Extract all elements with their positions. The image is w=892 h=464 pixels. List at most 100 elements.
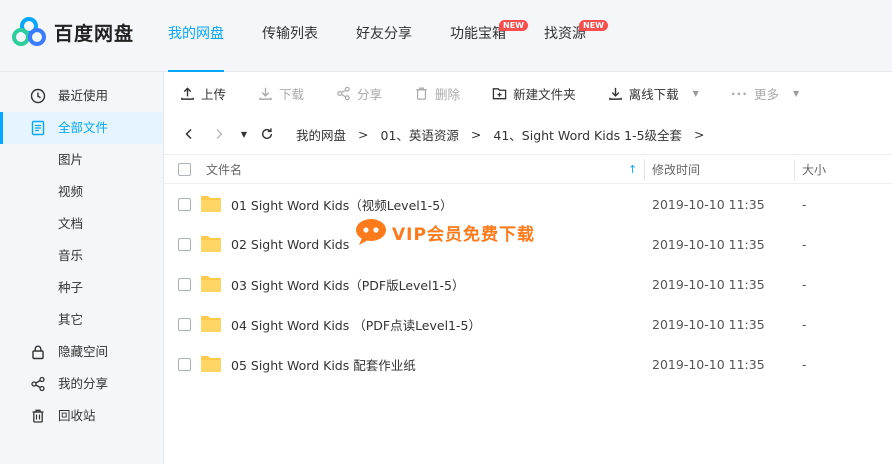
share-label: 分享 xyxy=(357,86,383,102)
file-table-header: 文件名 ↑ 修改时间 大小 xyxy=(164,154,892,184)
new-folder-icon xyxy=(492,87,507,99)
vip-watermark: VIP会员免费下载 xyxy=(354,217,535,247)
file-modified-time: 2019-10-10 11:35 xyxy=(652,316,765,332)
sidebar-item-my-shares[interactable]: 我的分享 xyxy=(0,368,163,400)
folder-icon xyxy=(201,196,221,212)
breadcrumb-item[interactable]: 41、Sight Word Kids 1-5级全套 xyxy=(493,125,682,144)
tab-transfer-list[interactable]: 传输列表 xyxy=(262,0,318,72)
file-name[interactable]: 05 Sight Word Kids 配套作业纸 xyxy=(231,355,416,374)
chat-bubble-icon xyxy=(356,219,386,245)
more-button[interactable]: ··· 更多 ▼ xyxy=(731,84,799,103)
baidu-netdisk-logo-icon xyxy=(12,17,46,46)
file-name[interactable]: 04 Sight Word Kids （PDF点读Level1-5） xyxy=(231,315,481,334)
tab-label: 功能宝箱 xyxy=(450,26,506,42)
document-icon xyxy=(31,120,45,136)
download-button[interactable]: 下载 xyxy=(258,84,304,103)
file-modified-time: 2019-10-10 11:35 xyxy=(652,276,765,292)
offline-download-button[interactable]: 离线下载 ▼ xyxy=(608,84,699,103)
share-button[interactable]: 分享 xyxy=(336,84,382,103)
table-row[interactable]: 03 Sight Word Kids（PDF版Level1-5） 2019-10… xyxy=(164,264,892,304)
sidebar-item-documents[interactable]: 文档 xyxy=(0,208,163,240)
history-dropdown[interactable]: ▼ xyxy=(238,123,250,145)
column-divider[interactable] xyxy=(794,159,795,181)
watermark-text: VIP会员免费下载 xyxy=(392,224,535,245)
sidebar-item-recycle-bin[interactable]: 回收站 xyxy=(0,400,163,432)
lock-icon xyxy=(32,345,44,360)
file-size: - xyxy=(802,196,807,212)
delete-button[interactable]: 删除 xyxy=(414,84,460,103)
table-row[interactable]: 05 Sight Word Kids 配套作业纸 2019-10-10 11:3… xyxy=(164,344,892,384)
sidebar-item-label: 我的分享 xyxy=(58,376,109,391)
folder-icon xyxy=(201,316,221,332)
sidebar-item-label: 回收站 xyxy=(58,408,96,423)
trash-icon xyxy=(32,409,44,423)
row-checkbox[interactable] xyxy=(178,277,191,291)
back-button[interactable] xyxy=(178,123,200,145)
tab-label: 我的网盘 xyxy=(168,26,224,42)
chevron-down-icon: ▼ xyxy=(793,88,800,98)
app-logo[interactable]: 百度网盘 xyxy=(12,17,134,47)
file-size: - xyxy=(802,276,807,292)
select-all-checkbox[interactable] xyxy=(178,162,191,176)
column-header-time[interactable]: 修改时间 xyxy=(652,161,700,178)
sort-ascending-icon[interactable]: ↑ xyxy=(628,163,637,176)
tab-friend-share[interactable]: 好友分享 xyxy=(356,0,412,72)
table-row[interactable]: 04 Sight Word Kids （PDF点读Level1-5） 2019-… xyxy=(164,304,892,344)
file-modified-time: 2019-10-10 11:35 xyxy=(652,356,765,372)
new-badge: NEW xyxy=(579,20,608,31)
tab-my-netdisk[interactable]: 我的网盘 xyxy=(168,0,224,72)
chevron-right-icon xyxy=(216,128,223,140)
sidebar-item-label: 文档 xyxy=(58,216,84,231)
new-folder-button[interactable]: 新建文件夹 xyxy=(492,84,576,103)
sidebar: 最近使用 全部文件 图片 视频 文档 音乐 种子 其它 隐藏空间 我的分享 回收… xyxy=(0,72,164,464)
sidebar-item-images[interactable]: 图片 xyxy=(0,144,163,176)
upload-label: 上传 xyxy=(201,86,227,102)
tab-find-resources[interactable]: 找资源 NEW xyxy=(544,0,608,72)
sidebar-item-torrents[interactable]: 种子 xyxy=(0,272,163,304)
breadcrumb: 我的网盘 > 01、英语资源 > 41、Sight Word Kids 1-5级… xyxy=(296,125,717,144)
share-icon xyxy=(337,86,350,100)
file-toolbar: 上传 下载 分享 删除 新建文件夹 离线下载 ▼ ··· 更多 ▼ xyxy=(164,72,892,114)
breadcrumb-item[interactable]: 01、英语资源 xyxy=(381,125,459,144)
sidebar-item-label: 其它 xyxy=(58,312,84,327)
column-divider[interactable] xyxy=(644,159,645,181)
sidebar-item-hidden-space[interactable]: 隐藏空间 xyxy=(0,336,163,368)
breadcrumb-separator[interactable]: > xyxy=(694,127,704,142)
sidebar-item-label: 全部文件 xyxy=(58,120,109,135)
row-checkbox[interactable] xyxy=(178,317,191,331)
sidebar-item-label: 最近使用 xyxy=(58,88,109,103)
folder-icon xyxy=(201,236,221,252)
sidebar-item-videos[interactable]: 视频 xyxy=(0,176,163,208)
tab-label: 好友分享 xyxy=(356,26,412,42)
breadcrumb-item[interactable]: 我的网盘 xyxy=(296,125,346,144)
file-name[interactable]: 01 Sight Word Kids（视频Level1-5） xyxy=(231,195,453,214)
file-modified-time: 2019-10-10 11:35 xyxy=(652,196,765,212)
file-name[interactable]: 03 Sight Word Kids（PDF版Level1-5） xyxy=(231,275,465,294)
caret-down-icon: ▼ xyxy=(240,129,248,139)
trash-icon xyxy=(416,87,427,100)
row-checkbox[interactable] xyxy=(178,357,191,371)
sidebar-item-other[interactable]: 其它 xyxy=(0,304,163,336)
refresh-icon xyxy=(261,128,273,140)
chevron-down-icon[interactable]: ▼ xyxy=(693,89,699,98)
file-name[interactable]: 02 Sight Word Kids xyxy=(231,237,349,252)
sidebar-item-label: 音乐 xyxy=(58,248,84,263)
tab-toolbox[interactable]: 功能宝箱 NEW xyxy=(450,0,528,72)
forward-button[interactable] xyxy=(208,123,230,145)
sidebar-item-recent[interactable]: 最近使用 xyxy=(0,80,163,112)
file-size: - xyxy=(802,356,807,372)
breadcrumb-separator: > xyxy=(470,126,482,142)
refresh-button[interactable] xyxy=(256,123,278,145)
new-badge: NEW xyxy=(499,20,528,31)
sidebar-item-all-files[interactable]: 全部文件 xyxy=(0,112,163,144)
download-icon xyxy=(259,87,272,100)
column-header-name[interactable]: 文件名 xyxy=(206,161,242,178)
column-header-size[interactable]: 大小 xyxy=(802,161,826,178)
share-icon xyxy=(31,376,45,392)
upload-button[interactable]: 上传 xyxy=(180,84,226,103)
download-icon xyxy=(608,87,622,100)
sidebar-item-music[interactable]: 音乐 xyxy=(0,240,163,272)
row-checkbox[interactable] xyxy=(178,197,191,211)
ellipsis-icon: ··· xyxy=(730,85,748,101)
row-checkbox[interactable] xyxy=(178,237,191,251)
